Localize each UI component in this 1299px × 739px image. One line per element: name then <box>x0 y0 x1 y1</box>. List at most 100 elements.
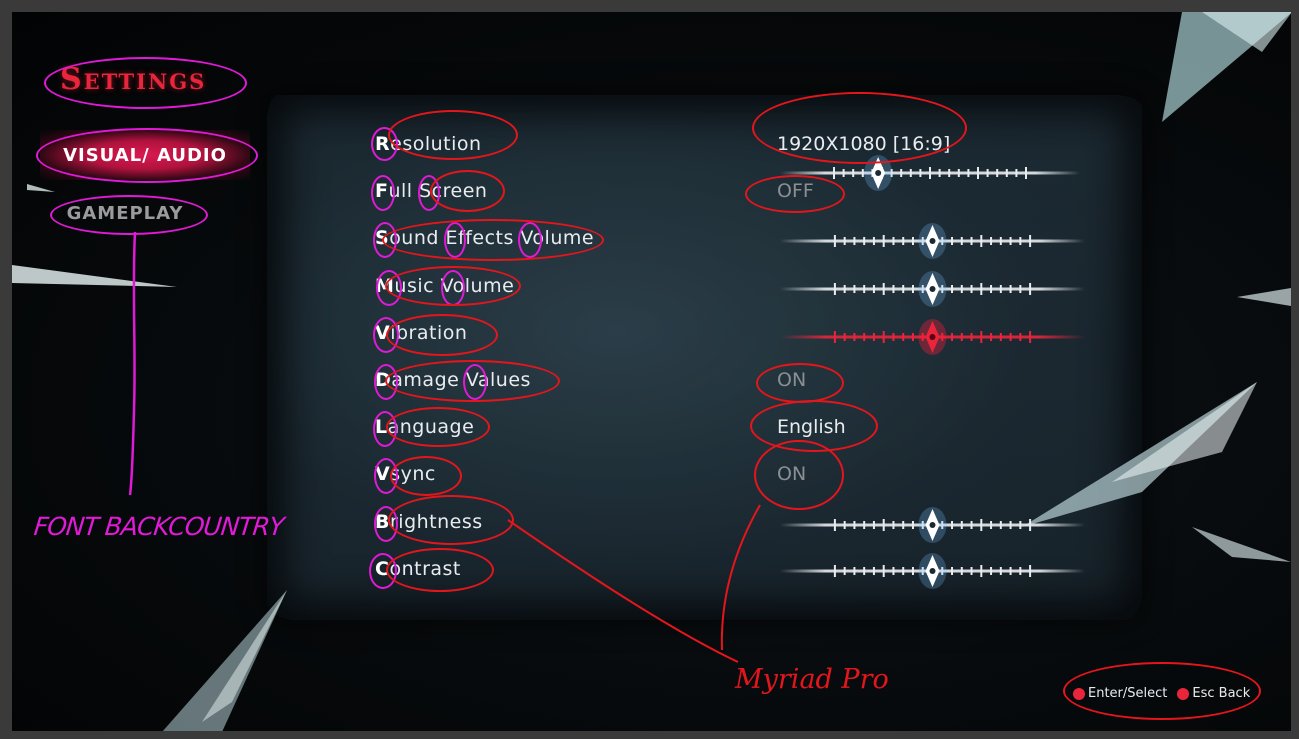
setting-label-resolution: Resolution <box>375 133 482 155</box>
enter-key-icon <box>1073 687 1085 700</box>
slider-tick <box>1029 283 1032 295</box>
setting-label-contrast: Contrast <box>375 558 461 580</box>
slider-tick <box>990 567 993 575</box>
ice-shard-decoration <box>27 182 57 197</box>
ice-shard-decoration <box>162 582 312 731</box>
slider-tick <box>843 285 846 293</box>
slider-tick <box>1029 235 1032 247</box>
ice-shard-decoration <box>1142 12 1291 132</box>
slider-tick <box>863 333 866 341</box>
setting-label-sound-effects-volume: Sound Effects Volume <box>375 227 595 249</box>
damage-values-value[interactable]: ON <box>777 365 806 395</box>
slider-tick <box>902 333 905 341</box>
annotation-circle-tab-gameplay <box>50 195 208 235</box>
slider-tick <box>892 567 895 575</box>
slider-tick <box>892 521 895 529</box>
slider-tick <box>960 237 963 245</box>
slider-tick <box>1009 521 1012 529</box>
slider-tick <box>970 567 973 575</box>
slider-tick <box>960 521 963 529</box>
slider-tick <box>882 565 885 577</box>
slider-tick <box>833 167 835 179</box>
setting-label-language: Language <box>375 416 475 438</box>
annotation-arrow-line <box>128 231 137 496</box>
slider-tick <box>911 237 914 245</box>
slider-tick <box>980 519 983 531</box>
slider-tick <box>872 521 875 529</box>
ice-shard-decoration <box>1237 282 1291 312</box>
slider-tick <box>861 169 864 177</box>
slider-tick <box>882 283 885 295</box>
vibration-slider[interactable] <box>780 317 1085 357</box>
slider-tick <box>902 521 905 529</box>
slider-tick <box>911 333 914 341</box>
setting-label-brightness: Brightness <box>375 511 483 533</box>
slider-tick <box>996 169 999 177</box>
slider-tick <box>863 237 866 245</box>
slider-tick <box>900 169 903 177</box>
setting-label-full-screen: Full Screen <box>375 180 488 202</box>
slider-tick <box>872 237 875 245</box>
vsync-value[interactable]: ON <box>777 459 806 489</box>
slider-tick <box>1015 169 1018 177</box>
slider-tick <box>1019 333 1022 341</box>
slider-tick <box>902 285 905 293</box>
slider-tick <box>1019 567 1022 575</box>
slider-tick <box>842 169 845 177</box>
slider-tick <box>960 567 963 575</box>
slider-tick <box>911 567 914 575</box>
slider-tick <box>1005 169 1008 177</box>
resolution-slider[interactable] <box>780 153 1080 193</box>
slider-tick <box>951 237 954 245</box>
slider-tick <box>919 169 922 177</box>
slider-tick <box>999 333 1002 341</box>
slider-tick <box>951 333 954 341</box>
slider-tick <box>980 283 983 295</box>
slider-tick <box>1019 237 1022 245</box>
slider-tick <box>1019 521 1022 529</box>
esc-key-icon <box>1177 687 1190 700</box>
slider-tick <box>957 169 960 177</box>
slider-tick <box>882 519 885 531</box>
slider-tick <box>980 331 983 343</box>
slider-tick <box>843 237 846 245</box>
slider-tick <box>1029 565 1032 577</box>
slider-tick <box>970 237 973 245</box>
annotation-arrow-lines <box>507 504 761 663</box>
slider-tick <box>960 333 963 341</box>
slider-tick <box>909 169 912 177</box>
esc-back-hint[interactable]: Esc Back <box>1177 686 1250 701</box>
setting-label-vibration: Vibration <box>375 322 468 344</box>
slider-tick <box>833 235 836 247</box>
annotation-font-note: FONT BACKCOUNTRY <box>32 512 285 541</box>
slider-tick <box>990 521 993 529</box>
slider-tick <box>938 169 941 177</box>
slider-tick <box>929 167 931 179</box>
slider-tick <box>1019 285 1022 293</box>
sound-effects-volume-slider[interactable] <box>780 221 1085 261</box>
slider-tick <box>1009 333 1012 341</box>
music-volume-slider[interactable] <box>780 269 1085 309</box>
slider-tick <box>999 521 1002 529</box>
slider-tick <box>977 167 979 179</box>
slider-tick <box>980 565 983 577</box>
slider-tick <box>882 331 885 343</box>
enter-select-hint[interactable]: Enter/Select <box>1073 686 1167 701</box>
slider-tick <box>833 283 836 295</box>
slider-tick <box>892 333 895 341</box>
slider-tick <box>852 169 855 177</box>
language-value[interactable]: English <box>777 412 846 442</box>
slider-tick <box>911 521 914 529</box>
slider-tick <box>863 521 866 529</box>
setting-label-music-volume: Music Volume <box>375 275 515 297</box>
slider-tick <box>853 285 856 293</box>
slider-tick <box>1009 237 1012 245</box>
setting-label-vsync: Vsync <box>375 463 436 485</box>
slider-tick <box>833 331 836 343</box>
annotation-circle-tab-visual <box>36 128 258 183</box>
setting-label-damage-values: Damage Values <box>375 369 531 391</box>
slider-tick <box>970 521 973 529</box>
slider-tick <box>1025 167 1027 179</box>
slider-tick <box>951 521 954 529</box>
slider-tick <box>843 333 846 341</box>
